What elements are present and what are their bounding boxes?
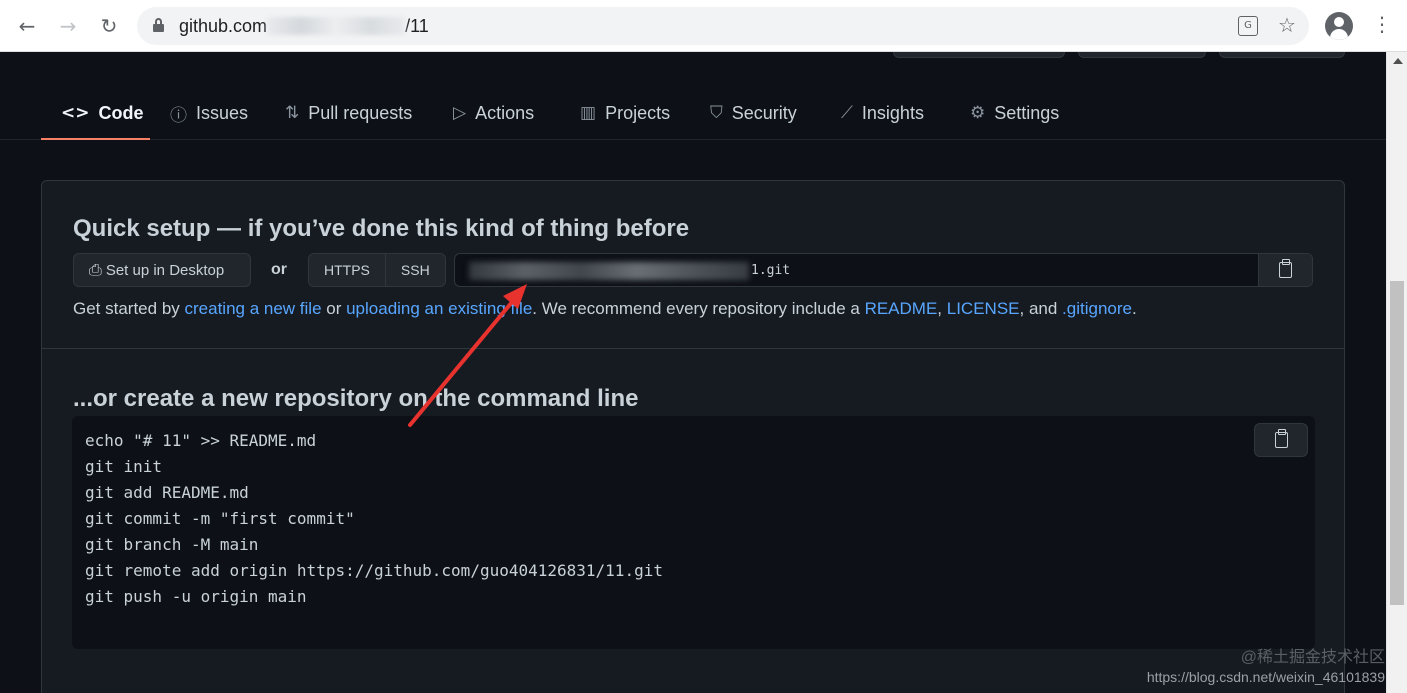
copy-commands-button[interactable] [1254, 423, 1308, 457]
clone-url-redacted [469, 262, 749, 280]
tab-label: Security [731, 102, 797, 123]
watermark-url: https://blog.csdn.net/weixin_46101839 [1146, 669, 1385, 685]
ssh-button[interactable]: SSH [384, 254, 445, 286]
code-line: git push -u origin main [85, 587, 307, 606]
command-code-block: echo "# 11" >> README.md git init git ad… [72, 416, 1315, 649]
code-icon: <> [61, 103, 90, 123]
tab-settings[interactable]: ⚙ Settings [970, 86, 1059, 140]
page-scrollbar[interactable] [1386, 52, 1407, 693]
tab-projects[interactable]: ▥ Projects [580, 86, 670, 140]
command-line-heading: ...or create a new repository on the com… [73, 385, 639, 412]
translate-icon[interactable]: G [1238, 16, 1258, 36]
desktop-download-icon: ⎙ [89, 260, 102, 279]
watermark-cn: @稀土掘金技术社区 [1240, 649, 1385, 666]
setup-in-desktop-button[interactable]: ⎙ Set up in Desktop [73, 253, 251, 287]
url-redacted [267, 17, 406, 35]
protocol-toggle: HTTPS SSH [308, 253, 446, 287]
tab-actions[interactable]: ▷ Actions [453, 86, 534, 140]
tab-label: Issues [196, 102, 249, 123]
play-icon: ▷ [453, 103, 467, 123]
tab-code[interactable]: <> Code [61, 86, 144, 140]
readme-link[interactable]: README [865, 299, 938, 318]
tab-label: Insights [861, 102, 924, 123]
code-line: git remote add origin https://github.com… [85, 561, 663, 580]
tab-label: Code [98, 102, 144, 123]
https-button[interactable]: HTTPS [309, 254, 385, 286]
copy-url-button[interactable] [1258, 254, 1312, 286]
tab-label: Settings [994, 102, 1060, 123]
graph-icon: ⟋ [841, 103, 853, 123]
tab-label: Projects [605, 102, 671, 123]
or-label: or [271, 261, 287, 278]
scrollbar-thumb[interactable] [1390, 281, 1404, 605]
browser-toolbar: ← → ↻ github.com/11 G ☆ ⋮ [0, 0, 1407, 52]
pull-request-icon: ⇅ [285, 103, 300, 123]
creating-new-file-link[interactable]: creating a new file [185, 299, 322, 318]
profile-avatar-icon[interactable] [1325, 12, 1353, 40]
section-divider [42, 348, 1344, 349]
bookmark-star-icon[interactable]: ☆ [1278, 13, 1296, 37]
clipboard-icon [1279, 259, 1292, 278]
get-started-text: Get started by creating a new file or up… [73, 299, 1137, 318]
quick-setup-box: Quick setup — if you’ve done this kind o… [41, 180, 1345, 693]
tab-label: Actions [475, 102, 535, 123]
active-tab-underline [41, 138, 150, 140]
repo-nav: <> Code ⓘ Issues ⇅ Pull requests ▷ Actio… [0, 86, 1386, 140]
lock-icon [153, 18, 164, 32]
tab-pull-requests[interactable]: ⇅ Pull requests [285, 86, 412, 140]
desktop-button-label: Set up in Desktop [105, 261, 225, 279]
header-button-remnant[interactable] [893, 52, 1065, 58]
clone-url-value: 1.git [751, 263, 791, 278]
license-link[interactable]: LICENSE [947, 299, 1020, 318]
scroll-up-arrow-icon[interactable] [1393, 58, 1403, 64]
code-line: git branch -M main [85, 535, 259, 554]
gear-icon: ⚙ [970, 103, 986, 123]
project-icon: ▥ [580, 103, 597, 123]
code-line: git init [85, 457, 163, 476]
reload-icon[interactable]: ↻ [96, 13, 122, 39]
browser-menu-icon[interactable]: ⋮ [1372, 12, 1392, 36]
tab-label: Pull requests [308, 102, 413, 123]
gitignore-link[interactable]: .gitignore [1062, 299, 1132, 318]
code-line: git add README.md [85, 483, 249, 502]
uploading-existing-file-link[interactable]: uploading an existing file [346, 299, 532, 318]
tab-issues[interactable]: ⓘ Issues [170, 86, 248, 140]
code-line: echo "# 11" >> README.md [85, 431, 317, 450]
header-button-remnant[interactable] [1219, 52, 1345, 58]
clipboard-icon [1275, 429, 1288, 448]
github-repo-page: <> Code ⓘ Issues ⇅ Pull requests ▷ Actio… [0, 52, 1386, 693]
quick-setup-heading: Quick setup — if you’ve done this kind o… [73, 215, 690, 242]
back-icon[interactable]: ← [14, 13, 40, 39]
address-bar[interactable]: github.com/11 [137, 7, 1309, 45]
tab-security[interactable]: ⛉ Security [710, 86, 797, 140]
header-button-remnant[interactable] [1078, 52, 1206, 58]
clone-url-input[interactable]: 1.git [454, 253, 1313, 287]
tab-insights[interactable]: ⟋ Insights [841, 86, 924, 140]
forward-icon[interactable]: → [55, 13, 81, 39]
shield-icon: ⛉ [710, 103, 723, 123]
issue-icon: ⓘ [170, 105, 187, 126]
url-text[interactable]: github.com/11 [179, 16, 429, 37]
code-line: git commit -m "first commit" [85, 509, 355, 528]
